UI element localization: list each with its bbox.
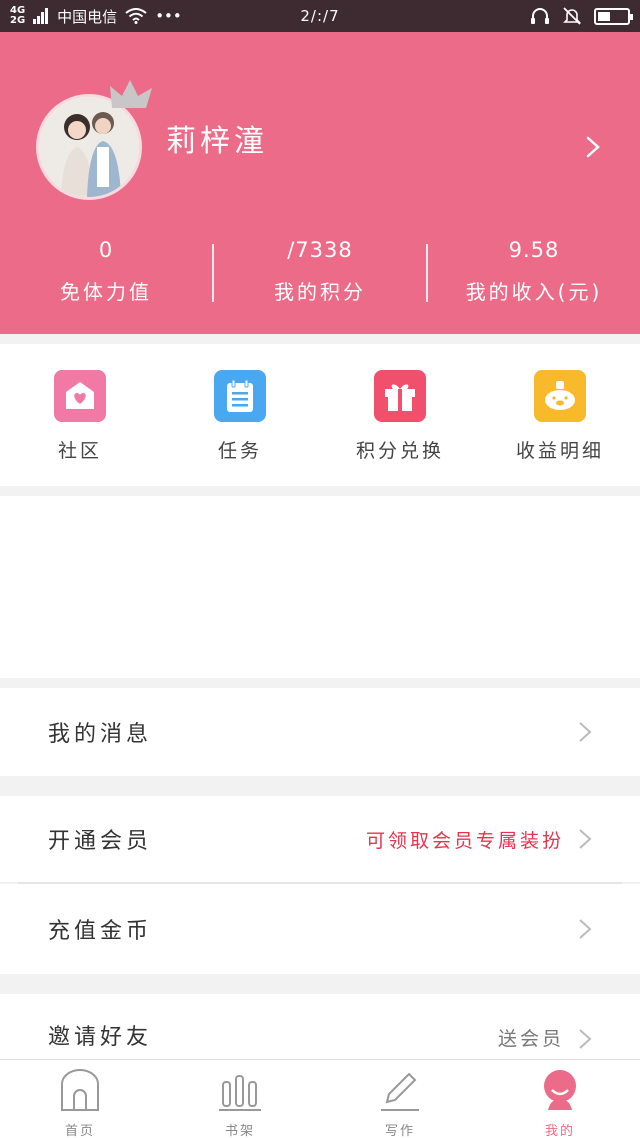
bookshelf-icon bbox=[219, 1075, 261, 1111]
gift-icon bbox=[374, 370, 426, 422]
quick-action-tasks[interactable]: 任务 bbox=[160, 344, 320, 486]
profile-icon bbox=[544, 1070, 576, 1110]
stat-stamina[interactable]: 0 免体力值 bbox=[0, 238, 212, 308]
username: 莉梓潼 bbox=[166, 124, 268, 159]
vip-promo-text: 可领取会员专属装扮 bbox=[365, 829, 564, 852]
tab-label: 我的 bbox=[544, 1124, 575, 1138]
stat-points[interactable]: /7338 我的积分 bbox=[214, 238, 426, 308]
quick-action-label: 收益明细 bbox=[515, 440, 604, 462]
avatar-image bbox=[39, 97, 139, 197]
chevron-right-icon bbox=[579, 1029, 592, 1049]
clipboard-icon bbox=[214, 370, 266, 422]
status-time: 2/:/7 bbox=[300, 7, 340, 25]
stat-label: 我的积分 bbox=[274, 280, 366, 304]
menu-label: 开通会员 bbox=[48, 829, 153, 854]
tab-label: 写作 bbox=[384, 1124, 415, 1138]
tab-bookshelf[interactable]: 书架 bbox=[160, 1060, 320, 1138]
menu-open-vip[interactable]: 开通会员 可领取会员专属装扮 bbox=[0, 796, 640, 882]
menu-recharge-coins[interactable]: 充值金币 bbox=[0, 884, 640, 974]
quick-action-community[interactable]: 社区 bbox=[0, 344, 160, 486]
menu-label: 充值金币 bbox=[48, 919, 153, 944]
stat-value: /7338 bbox=[287, 238, 353, 262]
empty-content-area bbox=[0, 496, 640, 678]
quick-action-label: 社区 bbox=[57, 440, 102, 462]
invite-reward-text: 送会员 bbox=[497, 1028, 564, 1050]
stat-value: 9.58 bbox=[508, 238, 560, 262]
chevron-right-icon bbox=[579, 829, 592, 849]
piggy-bank-icon bbox=[534, 370, 586, 422]
battery-icon bbox=[594, 7, 633, 25]
stat-label: 免体力值 bbox=[60, 280, 152, 304]
menu-label: 邀请好友 bbox=[48, 1025, 153, 1050]
home-icon bbox=[61, 1069, 99, 1111]
quick-action-label: 积分兑换 bbox=[355, 440, 444, 462]
crown-icon bbox=[110, 80, 152, 108]
quick-action-income-detail[interactable]: 收益明细 bbox=[480, 344, 640, 486]
menu-my-messages[interactable]: 我的消息 bbox=[0, 688, 640, 776]
mail-heart-icon bbox=[54, 370, 106, 422]
quick-action-label: 任务 bbox=[217, 440, 262, 462]
tab-home[interactable]: 首页 bbox=[0, 1060, 160, 1138]
status-bar: 4G 2G 中国电信 ••• 2/:/7 bbox=[0, 0, 640, 32]
tab-label: 首页 bbox=[64, 1124, 95, 1138]
tab-write[interactable]: 写作 bbox=[320, 1060, 480, 1138]
tab-mine[interactable]: 我的 bbox=[480, 1060, 640, 1138]
chevron-right-icon bbox=[579, 919, 592, 939]
chevron-right-icon[interactable] bbox=[582, 136, 604, 158]
quick-actions: 社区 任务 积分兑换 收益明细 bbox=[0, 344, 640, 486]
menu-invite-friends[interactable]: 邀请好友 送会员 bbox=[0, 994, 640, 1059]
chevron-right-icon bbox=[579, 722, 592, 742]
stat-label: 我的收入(元) bbox=[465, 280, 603, 304]
profile-header[interactable]: 莉梓潼 0 免体力值 /7338 我的积分 9.58 我的收入(元) bbox=[0, 32, 640, 334]
quick-action-points-exchange[interactable]: 积分兑换 bbox=[320, 344, 480, 486]
pencil-icon bbox=[381, 1072, 419, 1111]
bottom-tab-bar: 首页 书架 写作 我的 bbox=[0, 1059, 640, 1138]
stats-row: 0 免体力值 /7338 我的积分 9.58 我的收入(元) bbox=[0, 238, 640, 308]
tab-label: 书架 bbox=[224, 1124, 255, 1138]
stat-value: 0 bbox=[98, 238, 114, 262]
stat-income[interactable]: 9.58 我的收入(元) bbox=[428, 238, 640, 308]
menu-label: 我的消息 bbox=[48, 722, 153, 747]
